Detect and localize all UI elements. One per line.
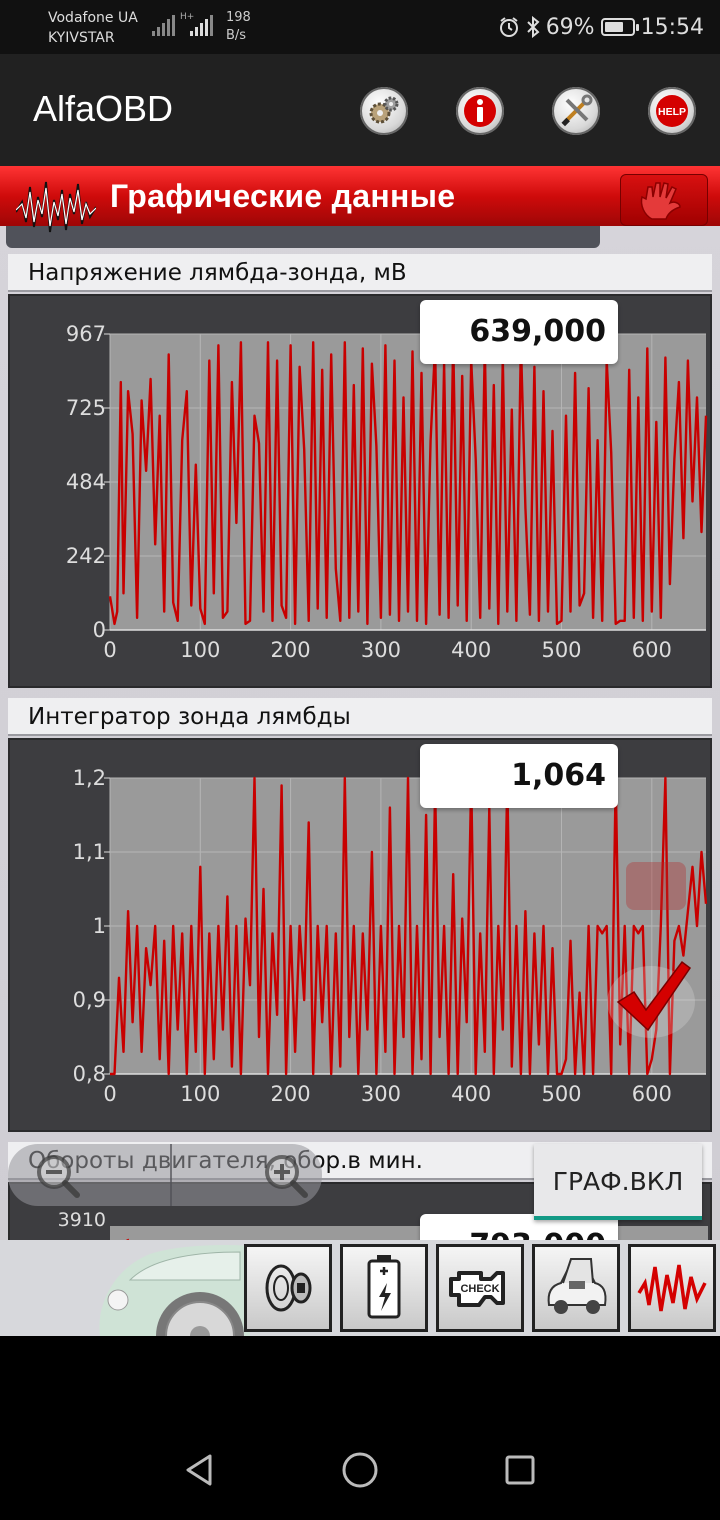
clock: 15:54 [640, 14, 704, 40]
carrier-info: Vodafone UA KYIVSTAR [48, 8, 138, 48]
chart-3-y-tick-max: 3910 [58, 1209, 106, 1231]
bluetooth-icon [526, 16, 540, 38]
status-bar: Vodafone UA KYIVSTAR H+ 198 B/s 69% 15:5… [0, 0, 720, 54]
chart-1-panel[interactable]: 0 100 200 300 400 500 600 0 242 484 725 967 639,000 [8, 294, 712, 688]
nav-recents-button[interactable] [490, 1440, 550, 1500]
help-icon: HELP [656, 95, 688, 127]
status-right: 69% 15:54 [498, 12, 704, 42]
car-hood-icon [547, 1258, 607, 1314]
check-engine-button[interactable]: CHECK [436, 1244, 524, 1332]
stop-button[interactable] [620, 174, 708, 226]
settings-button[interactable] [360, 87, 408, 135]
chart-2-y-tick: 0,8 [73, 1062, 106, 1086]
screen-title: Графические данные [110, 178, 456, 214]
chart-2-x-tick: 300 [361, 1082, 401, 1106]
chart-2-y-tick: 1 [93, 914, 106, 938]
zoom-controls [8, 1144, 322, 1206]
battery-button[interactable] [340, 1244, 428, 1332]
chart-2-x-tick: 500 [541, 1082, 581, 1106]
ignition-key-icon [265, 1264, 312, 1312]
chart-2-panel[interactable]: 0 100 200 300 400 500 600 0,8 0,9 1 1,1 1,2 1,064 [8, 738, 712, 1132]
zoom-divider [170, 1144, 172, 1206]
chart-2-current-value: 1,064 [420, 744, 618, 808]
info-icon [464, 95, 496, 127]
graph-toggle-button[interactable]: ГРАФ.ВКЛ [534, 1144, 702, 1220]
key-button[interactable] [244, 1244, 332, 1332]
help-label: HELP [658, 106, 686, 118]
tools-button[interactable] [552, 87, 600, 135]
chart-1-x-tick: 200 [271, 638, 311, 662]
chart-2-x-tick: 400 [451, 1082, 491, 1106]
signal-icon-2 [190, 14, 213, 36]
zoom-in-icon[interactable] [262, 1152, 308, 1198]
chart-2-x-tick: 100 [180, 1082, 220, 1106]
chart-1-y-tick: 0 [93, 618, 106, 642]
network-speed: 198 B/s [226, 9, 251, 45]
chart-2-x-tick: 600 [632, 1082, 672, 1106]
home-circle-icon [342, 1452, 378, 1488]
content-area: Графические данные Напряжение лямбда-зон… [0, 166, 720, 1240]
chart-1-x-tick: 100 [180, 638, 220, 662]
chart-1-x-tick: 400 [451, 638, 491, 662]
car-battery-icon [367, 1255, 401, 1319]
chart-2-label: Интегратор зонда лямбды [8, 698, 712, 736]
screen-banner: Графические данные [0, 166, 720, 233]
bottom-toolbar: CHECK [0, 1240, 720, 1336]
hand-stop-icon [640, 182, 681, 220]
chart-1-x-tick: 500 [541, 638, 581, 662]
nav-back-button[interactable] [170, 1440, 230, 1500]
signal-icon-1 [152, 14, 175, 36]
carrier-2: KYIVSTAR [48, 30, 115, 46]
graph-data-button[interactable] [628, 1244, 716, 1332]
chart-1-y-tick: 725 [66, 396, 106, 420]
network-speed-unit: B/s [226, 28, 247, 43]
battery-icon [600, 18, 639, 36]
chart-1-x-tick: 600 [632, 638, 672, 662]
recents-square-icon [505, 1455, 535, 1485]
chart-1-y-tick: 967 [66, 322, 106, 346]
check-label: CHECK [460, 1283, 499, 1295]
chart-1-current-value: 639,000 [420, 300, 618, 364]
chart-2-y-tick: 1,1 [73, 840, 106, 864]
gears-icon [369, 96, 399, 124]
navigation-bar [0, 1336, 720, 1520]
info-button[interactable] [456, 87, 504, 135]
chart-2-y-tick: 1,2 [73, 766, 106, 790]
chart-1-x-tick: 300 [361, 638, 401, 662]
chart-1-y-tick: 242 [66, 544, 106, 568]
help-button[interactable]: HELP [648, 87, 696, 135]
chart-1-y-tick: 484 [66, 470, 106, 494]
screen: Vodafone UA KYIVSTAR H+ 198 B/s 69% 15:5… [0, 0, 720, 1520]
car-image [99, 1244, 250, 1336]
ok-check-icon[interactable] [606, 852, 696, 1042]
waveform-icon [16, 181, 96, 233]
battery-percent: 69% [545, 14, 595, 40]
carrier-1: Vodafone UA [48, 10, 138, 26]
check-engine-icon: CHECK [449, 1271, 505, 1307]
tools-icon [561, 94, 593, 127]
nav-home-button[interactable] [330, 1440, 390, 1500]
app-bar: AlfaOBD HELP [0, 54, 720, 166]
waveform-button-icon [637, 1264, 707, 1312]
car-service-button[interactable] [532, 1244, 620, 1332]
battery-fill [604, 22, 623, 32]
back-triangle-icon [186, 1454, 212, 1486]
chart-1-label: Напряжение лямбда-зонда, мВ [8, 254, 712, 292]
network-speed-value: 198 [226, 10, 251, 25]
chart-3-plot-area [110, 1226, 708, 1240]
zoom-out-icon[interactable] [34, 1152, 80, 1198]
alarm-icon [499, 17, 518, 37]
app-title: AlfaOBD [33, 88, 174, 129]
chart-2-y-tick: 0,9 [73, 988, 106, 1012]
chart-2-x-tick: 200 [271, 1082, 311, 1106]
